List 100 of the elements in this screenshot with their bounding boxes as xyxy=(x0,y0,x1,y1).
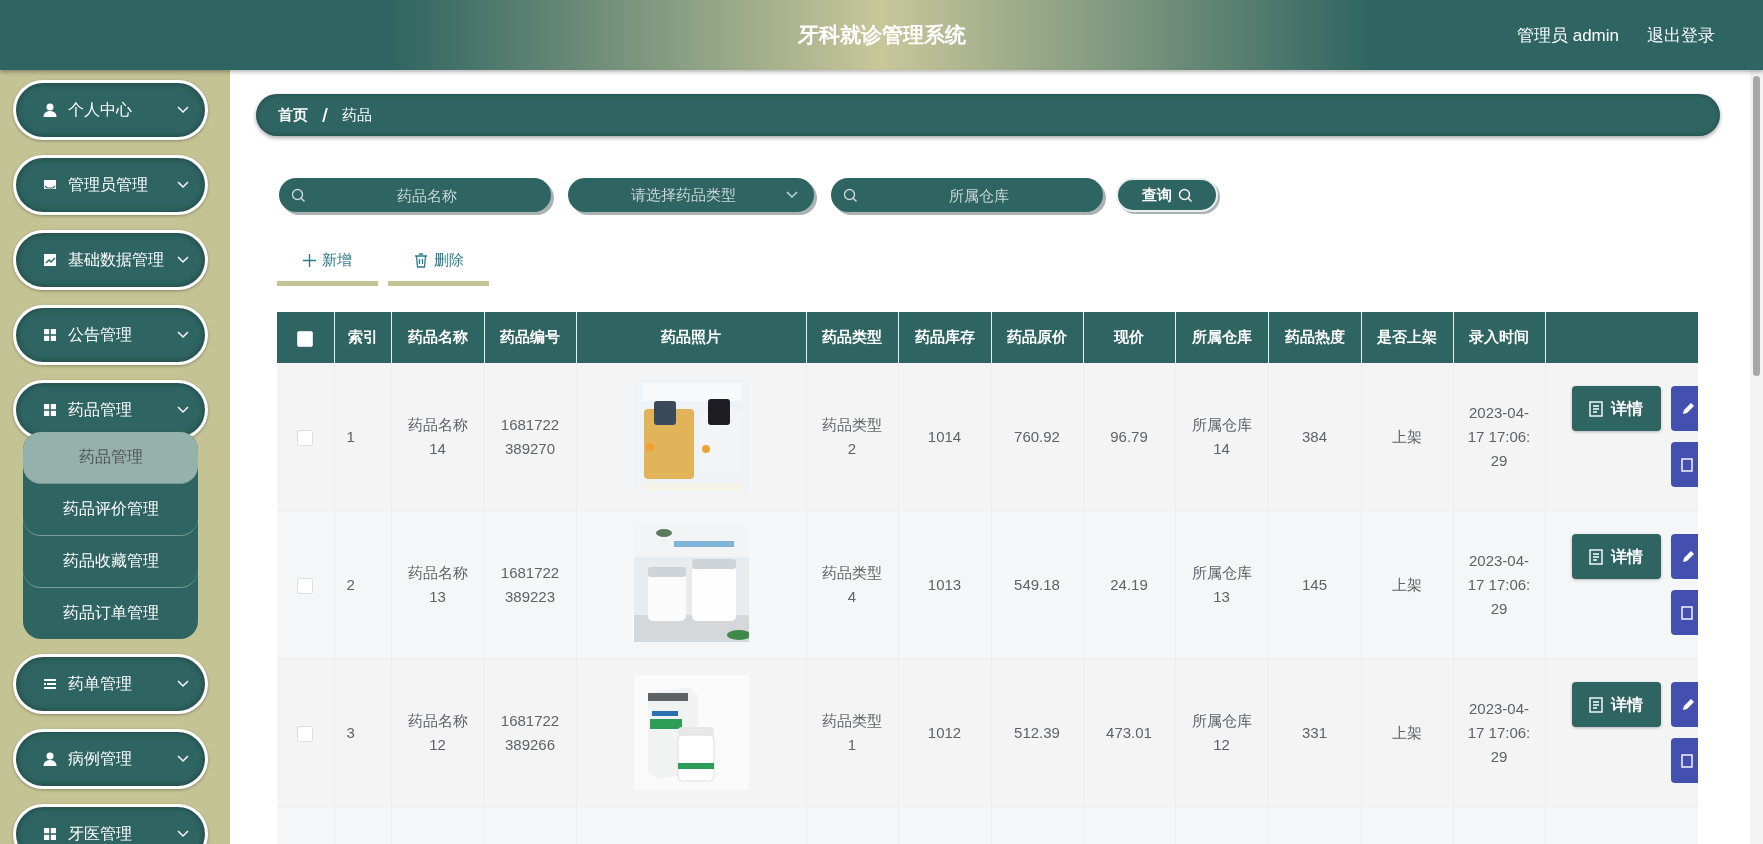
table-cell: 2023-04-17 17:06:29 xyxy=(1467,551,1531,617)
column-header: 录入时间 xyxy=(1469,328,1529,345)
sidebar-item[interactable]: 病例管理 xyxy=(13,729,208,789)
search-field[interactable]: 所属仓库 xyxy=(831,178,1103,212)
column-header: 药品库存 xyxy=(914,328,975,345)
trash-icon xyxy=(413,253,428,268)
table-cell: 1014 xyxy=(927,427,962,445)
search-icon xyxy=(291,188,306,203)
select-all-checkbox[interactable] xyxy=(297,330,314,347)
type-select[interactable]: 请选择药品类型 xyxy=(568,178,814,212)
table-cell: 1681722389266 xyxy=(500,711,560,753)
detail-button[interactable]: 详情 xyxy=(1571,682,1661,727)
table-cell: 549.18 xyxy=(1014,575,1060,593)
document-icon xyxy=(1589,548,1603,565)
column-header: 药品编号 xyxy=(500,328,560,345)
column-header: 药品类型 xyxy=(822,328,882,345)
document-icon xyxy=(1589,696,1603,713)
grid-icon xyxy=(42,826,58,842)
chevron-down-icon xyxy=(177,830,189,838)
column-header: 药品热度 xyxy=(1284,328,1345,345)
column-header: 所属仓库 xyxy=(1191,328,1252,345)
breadcrumb-current: 药品 xyxy=(342,105,372,125)
table-cell: 所属仓库12 xyxy=(1191,711,1252,753)
chart-icon xyxy=(42,252,58,268)
chevron-down-icon xyxy=(177,181,189,189)
submenu-item[interactable]: 药品订单管理 xyxy=(23,588,198,639)
table-cell: 所属仓库14 xyxy=(1191,415,1252,457)
search-field[interactable]: 药品名称 xyxy=(279,178,551,212)
plus-icon xyxy=(303,254,316,267)
chevron-down-icon xyxy=(177,331,189,339)
table-cell: 药品类型1 xyxy=(822,711,882,753)
list-icon xyxy=(42,676,58,692)
table-cell: 药品类型2 xyxy=(822,415,882,457)
table-cell: 3 xyxy=(346,723,355,741)
column-header: 药品照片 xyxy=(661,328,721,345)
table-cell: 96.79 xyxy=(1110,427,1148,445)
table-cell: 药品名称14 xyxy=(407,415,468,457)
pencil-icon xyxy=(1680,549,1695,564)
detail-button[interactable]: 详情 xyxy=(1571,534,1661,579)
grid-icon xyxy=(42,402,58,418)
row-checkbox[interactable] xyxy=(297,577,314,594)
table-cell: 2023-04-17 17:06:29 xyxy=(1467,403,1531,469)
table-cell: 上架 xyxy=(1392,723,1422,741)
user-label: 管理员 admin xyxy=(1516,24,1619,47)
table-cell: 1681722389270 xyxy=(500,415,560,457)
table-cell: 上架 xyxy=(1392,427,1422,445)
person-icon xyxy=(42,102,58,118)
column-header: 现价 xyxy=(1114,328,1144,345)
search-icon xyxy=(843,188,858,203)
column-header: 药品原价 xyxy=(1007,328,1067,345)
search-icon xyxy=(1177,187,1193,203)
column-header: 是否上架 xyxy=(1377,328,1437,345)
chevron-down-icon xyxy=(177,406,189,414)
logout-link[interactable]: 退出登录 xyxy=(1647,23,1715,47)
chevron-down-icon xyxy=(177,106,189,114)
table-cell: 1013 xyxy=(927,575,962,593)
table-cell: 331 xyxy=(1302,723,1327,741)
detail-button[interactable]: 详情 xyxy=(1571,386,1661,431)
table-cell: 药品名称13 xyxy=(407,563,468,605)
submenu-item[interactable]: 药品评价管理 xyxy=(23,484,198,536)
add-button[interactable]: 新增 xyxy=(277,240,378,286)
table-cell: 药品名称12 xyxy=(407,711,468,753)
sidebar-item[interactable]: 药单管理 xyxy=(13,654,208,714)
table-cell: 145 xyxy=(1302,575,1327,593)
table-cell: 384 xyxy=(1302,427,1327,445)
scrollbar-thumb[interactable] xyxy=(1753,76,1760,376)
row-checkbox[interactable] xyxy=(297,725,314,742)
submenu-item[interactable]: 药品收藏管理 xyxy=(23,536,198,588)
row-checkbox[interactable] xyxy=(297,429,314,446)
document-icon xyxy=(1680,753,1693,768)
pencil-icon xyxy=(1680,401,1695,416)
sidebar-item[interactable]: 公告管理 xyxy=(13,305,208,365)
table-cell: 24.19 xyxy=(1110,575,1148,593)
table-cell: 1012 xyxy=(927,723,962,741)
table-cell: 2 xyxy=(346,575,355,593)
table-cell: 2023-04-17 17:06:29 xyxy=(1467,699,1531,765)
document-icon xyxy=(1589,400,1603,417)
table-cell: 上架 xyxy=(1392,575,1422,593)
document-icon xyxy=(1680,457,1693,472)
sidebar-item[interactable]: 个人中心 xyxy=(13,80,208,140)
pencil-icon xyxy=(1680,697,1695,712)
column-header: 药品名称 xyxy=(407,328,468,345)
delete-button[interactable]: 删除 xyxy=(388,240,489,286)
chevron-down-icon xyxy=(177,755,189,763)
breadcrumb-link[interactable]: 首页 xyxy=(278,105,308,125)
chevron-down-icon xyxy=(177,680,189,688)
column-header: 索引 xyxy=(347,328,378,345)
sidebar-item[interactable]: 基础数据管理 xyxy=(13,230,208,290)
sidebar-item[interactable]: 牙医管理 xyxy=(13,804,208,844)
table-cell: 所属仓库13 xyxy=(1191,563,1252,605)
table-cell: 1681722389223 xyxy=(500,563,560,605)
chevron-down-icon xyxy=(786,191,798,199)
app-title: 牙科就诊管理系统 xyxy=(797,22,966,48)
table-cell: 512.39 xyxy=(1014,723,1060,741)
document-icon xyxy=(1680,605,1693,620)
table-cell: 473.01 xyxy=(1106,723,1152,741)
sidebar-item[interactable]: 管理员管理 xyxy=(13,155,208,215)
query-button[interactable]: 查询 xyxy=(1116,178,1218,212)
grid-icon xyxy=(42,327,58,343)
submenu-item[interactable]: 药品管理 xyxy=(23,432,198,484)
